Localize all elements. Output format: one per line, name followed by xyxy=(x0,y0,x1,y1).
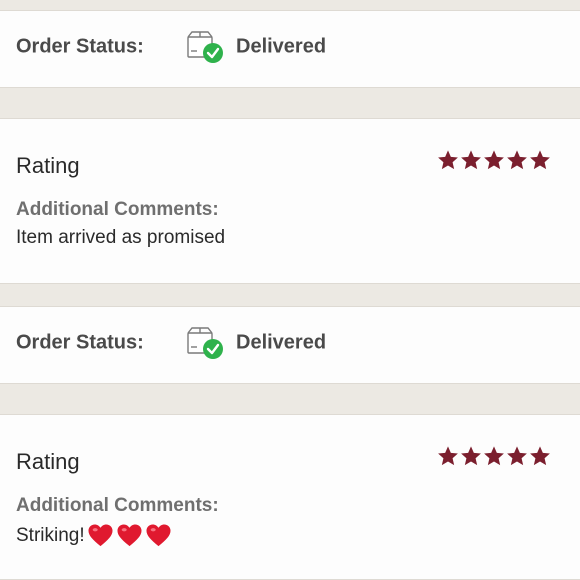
order-status-card: Order Status: Delivered xyxy=(0,10,580,88)
box-delivered-check-icon xyxy=(187,31,223,63)
additional-comments-label: Additional Comments: xyxy=(16,199,219,220)
star-icon xyxy=(438,150,458,170)
star-icon xyxy=(461,150,481,170)
rating-card: Rating Additional Comments: Striking! xyxy=(0,414,580,580)
order-status-value: Delivered xyxy=(236,35,327,58)
rating-title: Rating xyxy=(16,153,80,178)
order-status-label: Order Status: xyxy=(16,35,144,58)
comment-body: Item arrived as promised xyxy=(16,227,226,248)
heart-icon xyxy=(146,524,171,547)
heart-icon xyxy=(117,524,142,547)
heart-icon xyxy=(88,524,113,547)
additional-comments-label: Additional Comments: xyxy=(16,495,219,516)
star-icon xyxy=(507,150,527,170)
star-icon xyxy=(507,446,527,466)
star-icon xyxy=(530,446,550,466)
order-status-value: Delivered xyxy=(236,331,327,354)
star-icon xyxy=(530,150,550,170)
comment-text: Item arrived as promised xyxy=(16,227,225,249)
comment-text: Striking! xyxy=(16,523,172,548)
star-rating xyxy=(437,445,551,467)
star-rating xyxy=(437,149,551,171)
order-status-card: Order Status: Delivered xyxy=(0,306,580,384)
comment-body: Striking! xyxy=(16,524,85,546)
star-icon xyxy=(438,446,458,466)
rating-title: Rating xyxy=(16,449,80,474)
star-icon xyxy=(461,446,481,466)
star-icon xyxy=(484,446,504,466)
box-delivered-check-icon xyxy=(187,327,223,359)
rating-card: Rating Additional Comments: Item arrived… xyxy=(0,118,580,284)
star-icon xyxy=(484,150,504,170)
order-status-label: Order Status: xyxy=(16,331,144,354)
